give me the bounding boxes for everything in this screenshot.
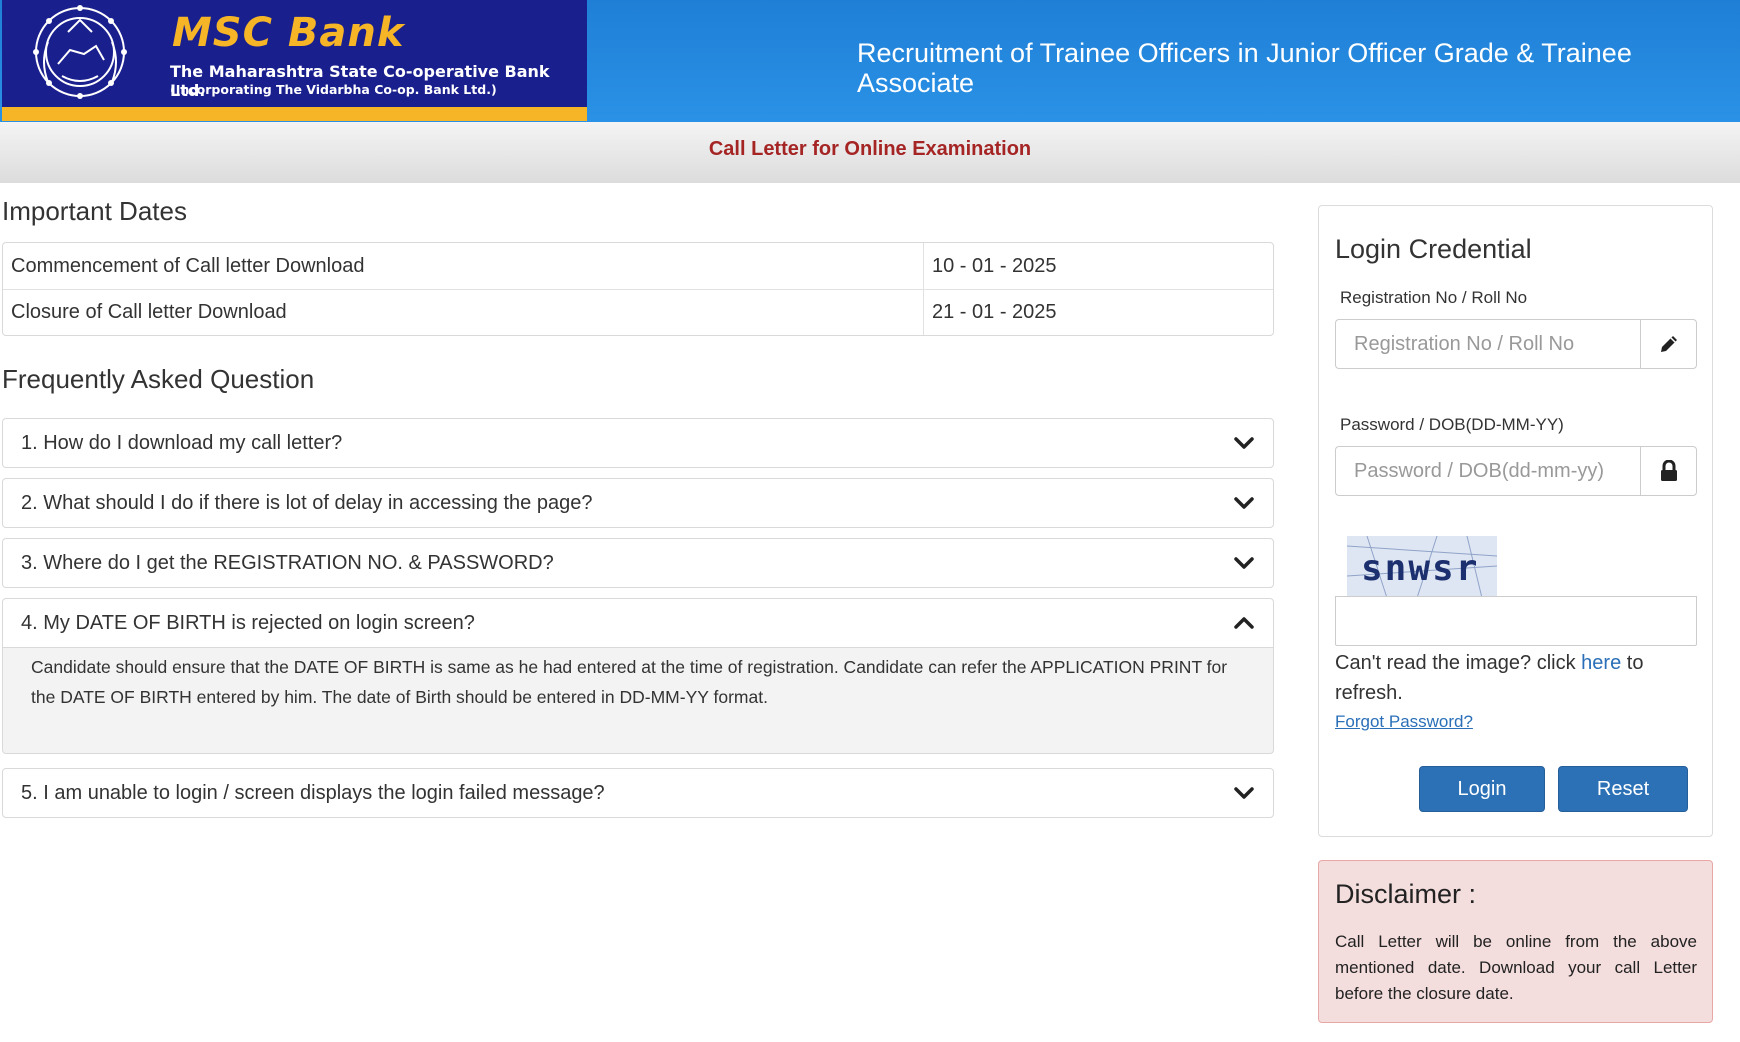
faq-item: 1. How do I download my call letter? <box>2 418 1274 468</box>
faq-question-toggle[interactable]: 4. My DATE OF BIRTH is rejected on login… <box>2 598 1274 648</box>
chevron-down-icon[interactable] <box>1233 492 1255 514</box>
faq-item-expanded: 4. My DATE OF BIRTH is rejected on login… <box>2 598 1274 754</box>
faq-item: 5. I am unable to login / screen display… <box>2 768 1274 818</box>
date-value: 10 - 01 - 2025 <box>932 254 1057 277</box>
login-title: Login Credential <box>1335 234 1532 264</box>
bank-emblem-icon <box>33 5 127 99</box>
captcha-image: snwsr <box>1347 536 1497 598</box>
password-input[interactable] <box>1335 446 1640 496</box>
faq-question-toggle[interactable]: 2. What should I do if there is lot of d… <box>2 478 1274 528</box>
lock-icon <box>1640 446 1697 496</box>
faq-question-toggle[interactable]: 1. How do I download my call letter? <box>2 418 1274 468</box>
bank-logo: MSC Bank The Maharashtra State Co-operat… <box>2 0 587 121</box>
faq-heading: Frequently Asked Question <box>2 364 315 394</box>
bank-incorporating: (Incorporating The Vidarbha Co-op. Bank … <box>170 82 497 97</box>
subtitle: Call Letter for Online Examination <box>708 138 1032 160</box>
refresh-prefix: Can't read the image? click <box>1335 652 1582 674</box>
logo-accent-bar <box>2 107 587 121</box>
faq-item: 2. What should I do if there is lot of d… <box>2 478 1274 528</box>
password-input-group <box>1335 446 1697 496</box>
reset-button[interactable]: Reset <box>1558 766 1688 812</box>
faq-question: 5. I am unable to login / screen display… <box>21 781 605 804</box>
refresh-captcha-link[interactable]: here <box>1581 652 1621 674</box>
registration-input-group <box>1335 319 1697 369</box>
faq-question-toggle[interactable]: 3. Where do I get the REGISTRATION NO. &… <box>2 538 1274 588</box>
disclaimer-title: Disclaimer : <box>1335 879 1477 909</box>
date-label: Commencement of Call letter Download <box>3 243 924 289</box>
registration-input[interactable] <box>1335 319 1640 369</box>
chevron-down-icon[interactable] <box>1233 552 1255 574</box>
bank-name: MSC Bank <box>172 10 405 56</box>
forgot-password-link[interactable]: Forgot Password? <box>1335 712 1473 732</box>
captcha-refresh-text: Can't read the image? click here to refr… <box>1335 648 1697 708</box>
faq-question: 3. Where do I get the REGISTRATION NO. &… <box>21 551 554 574</box>
chevron-up-icon[interactable] <box>1233 612 1255 634</box>
pencil-icon <box>1640 319 1697 369</box>
faq-question: 1. How do I download my call letter? <box>21 431 343 454</box>
important-dates-table: Commencement of Call letter Download 10 … <box>2 242 1274 336</box>
chevron-down-icon[interactable] <box>1233 432 1255 454</box>
captcha-text: snwsr <box>1361 548 1479 589</box>
faq-answer: Candidate should ensure that the DATE OF… <box>2 648 1274 754</box>
login-panel: Login Credential Registration No / Roll … <box>1318 205 1713 837</box>
disclaimer-text: Call Letter will be online from the abov… <box>1335 932 1697 1003</box>
date-value: 21 - 01 - 2025 <box>932 301 1057 323</box>
faq-item: 3. Where do I get the REGISTRATION NO. &… <box>2 538 1274 588</box>
chevron-down-icon[interactable] <box>1233 782 1255 804</box>
important-dates-heading: Important Dates <box>2 196 187 226</box>
table-row: Closure of Call letter Download 21 - 01 … <box>3 289 1273 335</box>
login-button[interactable]: Login <box>1419 766 1545 812</box>
faq-question-toggle[interactable]: 5. I am unable to login / screen display… <box>2 768 1274 818</box>
table-row: Commencement of Call letter Download 10 … <box>3 243 1273 289</box>
site-header: MSC Bank The Maharashtra State Co-operat… <box>0 0 1740 122</box>
page-title: Recruitment of Trainee Officers in Junio… <box>857 38 1632 98</box>
faq-question: 2. What should I do if there is lot of d… <box>21 491 593 514</box>
password-label: Password / DOB(DD-MM-YY) <box>1340 415 1564 434</box>
date-label: Closure of Call letter Download <box>3 290 924 335</box>
captcha-input[interactable] <box>1335 596 1697 646</box>
disclaimer-box: Disclaimer : Call Letter will be online … <box>1318 860 1713 1023</box>
registration-label: Registration No / Roll No <box>1340 288 1528 307</box>
faq-question: 4. My DATE OF BIRTH is rejected on login… <box>21 611 475 634</box>
subtitle-bar: Call Letter for Online Examination <box>0 122 1740 183</box>
